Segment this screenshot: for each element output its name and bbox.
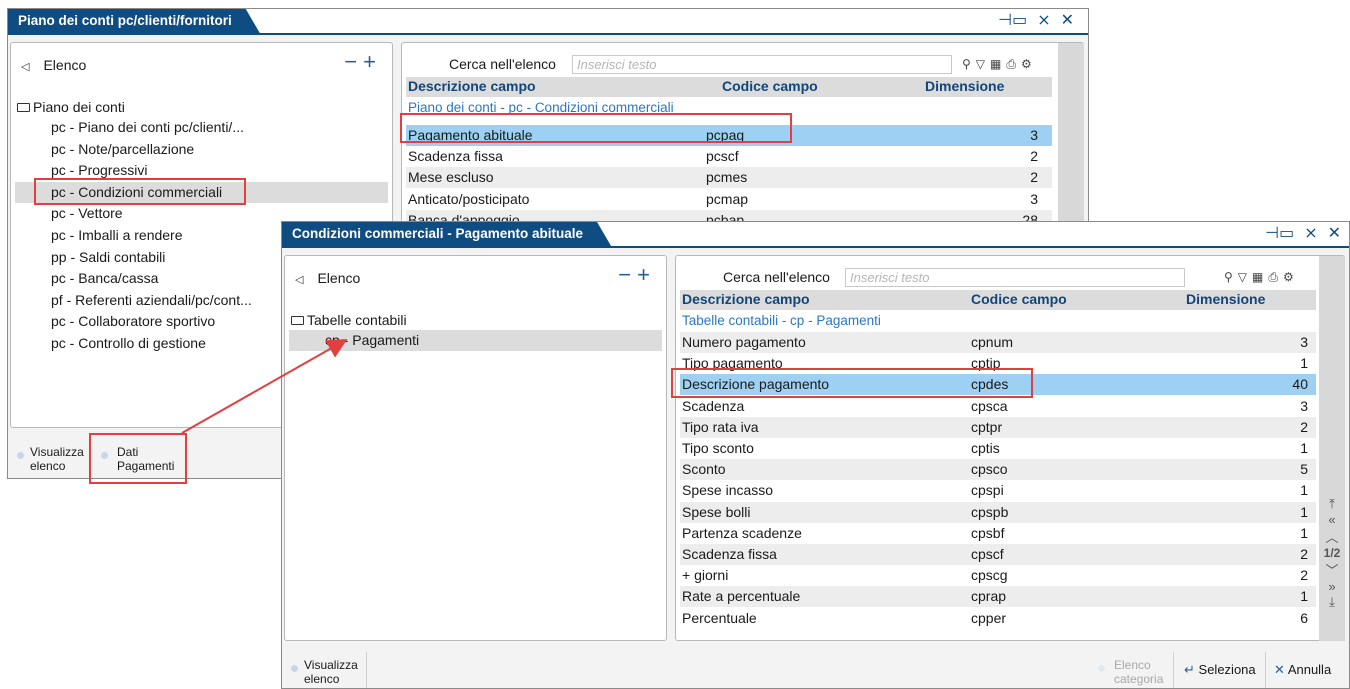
annotation-arrow [181,339,348,434]
